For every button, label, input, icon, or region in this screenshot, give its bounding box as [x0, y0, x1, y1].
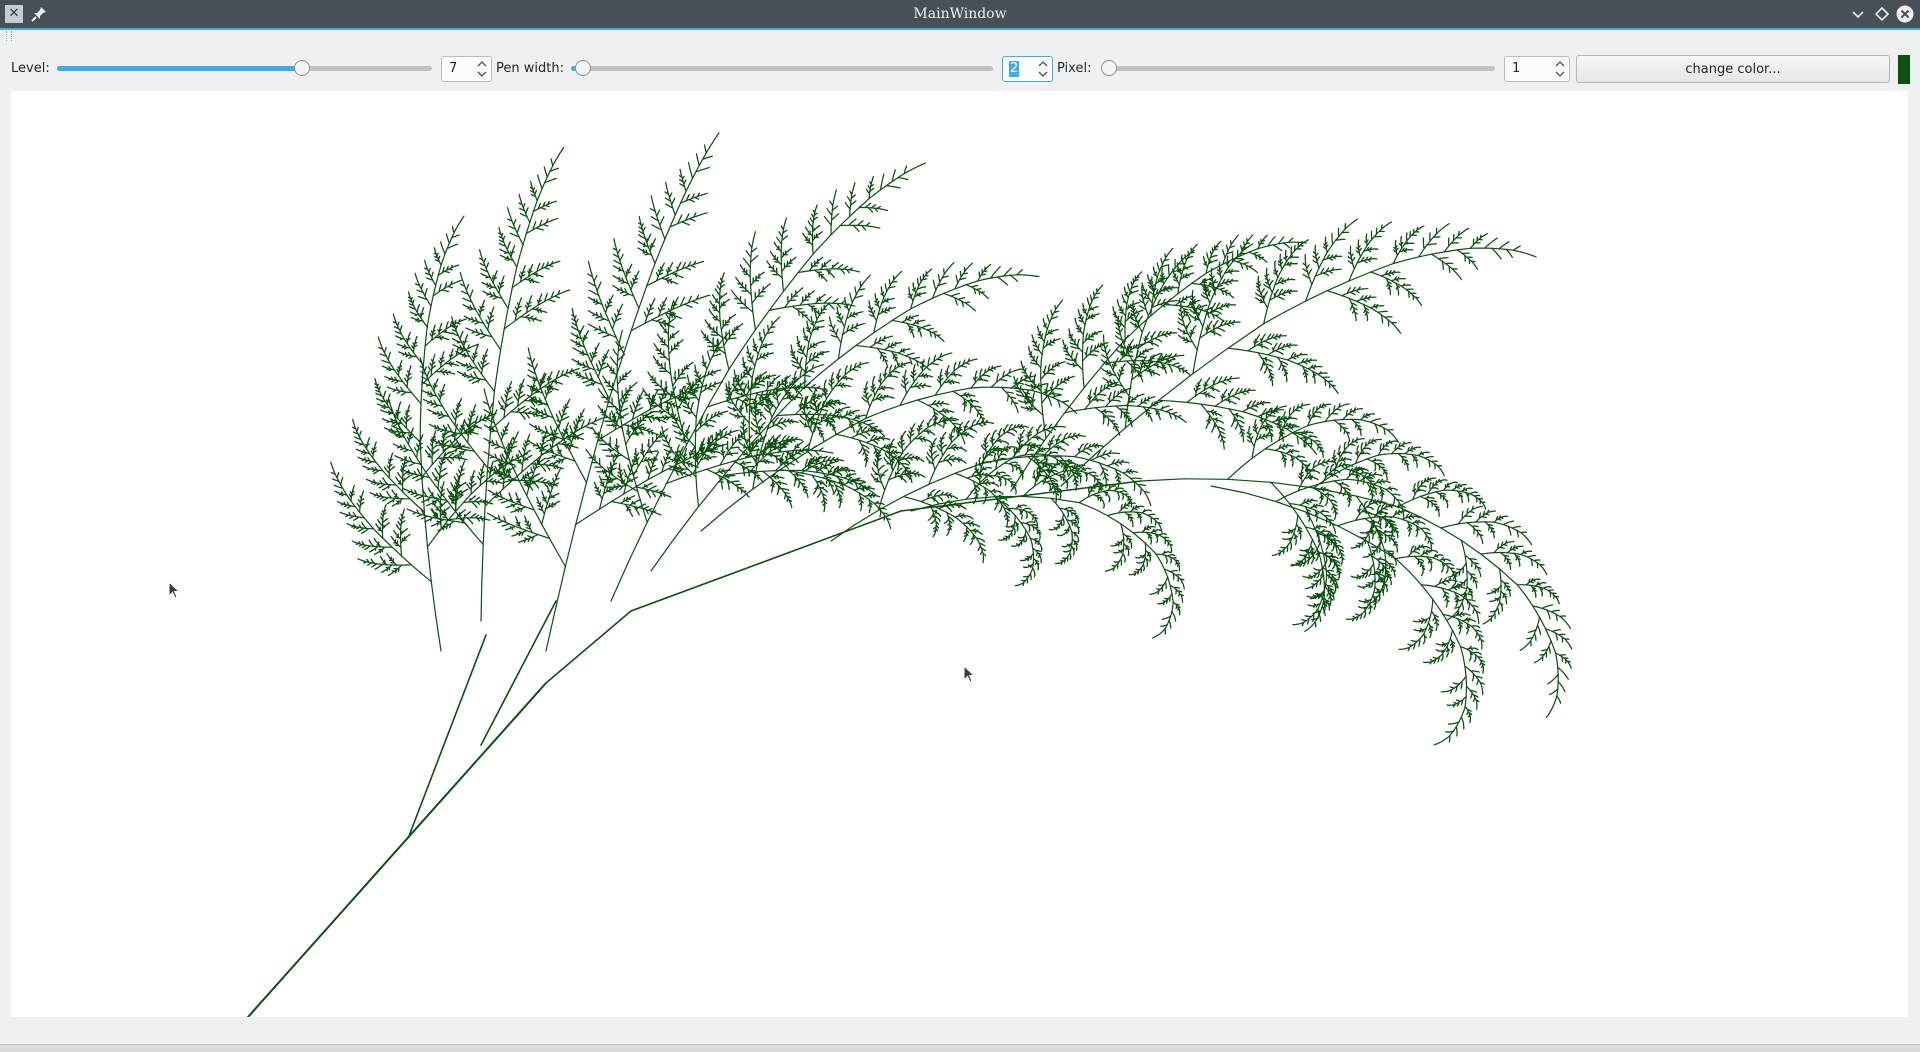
title-accent-line [0, 28, 1920, 30]
change-color-button[interactable]: change color... [1576, 55, 1890, 83]
pen-width-spinbox[interactable]: 2 [1002, 56, 1053, 82]
pixel-value[interactable]: 1 [1512, 61, 1520, 77]
window-title: MainWindow [0, 0, 1920, 28]
slider-groove [1101, 66, 1495, 71]
pixel-label: Pixel: [1057, 61, 1091, 77]
pen-width-slider[interactable] [571, 60, 993, 77]
level-slider[interactable] [57, 60, 432, 77]
pen-width-value[interactable]: 2 [1009, 61, 1019, 77]
slider-handle[interactable] [575, 60, 591, 76]
fractal-tree [11, 91, 1908, 1017]
title-bar: ✕ MainWindow [0, 0, 1920, 28]
mouse-cursor-icon [963, 665, 975, 683]
maximize-icon[interactable] [1873, 5, 1891, 23]
minimize-icon[interactable] [1849, 5, 1867, 23]
slider-fill [57, 66, 302, 71]
pen-width-label: Pen width: [496, 61, 564, 77]
spin-arrows-icon[interactable] [1037, 59, 1049, 79]
close-icon[interactable] [1896, 5, 1914, 23]
toolbar-grip[interactable] [6, 31, 12, 41]
mouse-cursor-icon [168, 581, 180, 599]
color-swatch [1898, 55, 1910, 84]
level-label: Level: [11, 61, 50, 77]
drawing-canvas[interactable] [11, 91, 1908, 1017]
spin-arrows-icon[interactable] [476, 59, 488, 79]
pixel-slider[interactable] [1101, 60, 1495, 77]
slider-handle[interactable] [1101, 60, 1117, 76]
level-value[interactable]: 7 [449, 61, 457, 77]
slider-handle[interactable] [294, 60, 310, 76]
spin-arrows-icon[interactable] [1554, 59, 1566, 79]
pixel-spinbox[interactable]: 1 [1504, 56, 1570, 82]
level-spinbox[interactable]: 7 [441, 56, 492, 82]
slider-groove [571, 66, 993, 71]
